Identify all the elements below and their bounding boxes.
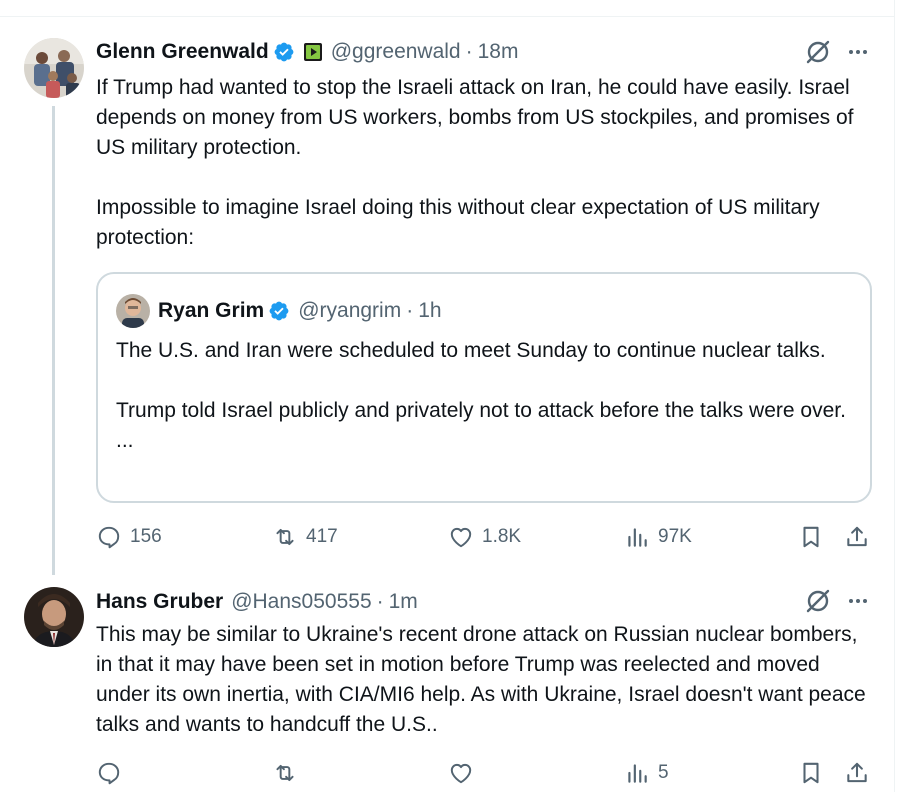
tweet-top-icons	[804, 38, 870, 66]
tweet-hans-gruber[interactable]: Hans Gruber @Hans050555 · 1m This may be…	[0, 575, 894, 792]
bookmark-button[interactable]	[798, 519, 824, 555]
tweet-actions: 156 417 1.8K 97K	[96, 519, 876, 555]
reply-count: 156	[130, 526, 162, 547]
separator-dot: ·	[376, 590, 384, 613]
views-chart-icon	[628, 764, 647, 783]
repost-button[interactable]	[272, 755, 306, 791]
tweet-actions: 5	[96, 755, 876, 791]
separator-dot: ·	[406, 299, 414, 322]
reply-icon	[98, 526, 120, 549]
tweet-text: This may be similar to Ukraine's recent …	[96, 623, 872, 736]
share-icon	[847, 762, 867, 783]
avatar-photo	[24, 587, 84, 647]
quoted-header: Ryan Grim @ryangrim · 1h	[158, 296, 442, 326]
bookmark-icon	[803, 762, 819, 784]
tweet-header: Glenn Greenwald @ggreenwald · 18m	[96, 37, 518, 67]
quoted-tweet-time: 1h	[418, 299, 442, 322]
avatar[interactable]	[24, 38, 84, 98]
views-button[interactable]: 5	[624, 755, 669, 791]
more-options-icon[interactable]	[846, 40, 870, 64]
author-handle[interactable]: @Hans050555	[231, 590, 371, 614]
author-name[interactable]: Glenn Greenwald	[96, 40, 269, 64]
tweet-time[interactable]: 1m	[389, 590, 418, 614]
like-count: 1.8K	[482, 526, 522, 547]
quoted-tweet[interactable]: Ryan Grim @ryangrim · 1h The U.S. and Ir…	[96, 272, 872, 503]
reply-button[interactable]	[96, 755, 130, 791]
repost-button[interactable]: 417	[272, 519, 338, 555]
grok-icon[interactable]	[804, 38, 832, 66]
column-border	[894, 16, 895, 792]
reply-button[interactable]: 156	[96, 519, 162, 555]
tweet-text: If Trump had wanted to stop the Israeli …	[96, 76, 854, 249]
quoted-tweet-text: The U.S. and Iran were scheduled to meet…	[116, 339, 846, 452]
verified-badge-icon[interactable]	[273, 41, 295, 63]
repost-icon	[276, 528, 294, 546]
tweet-time[interactable]: 18m	[478, 40, 519, 64]
more-options-icon[interactable]	[846, 589, 870, 613]
bookmark-button[interactable]	[798, 755, 824, 791]
rumble-affiliate-icon[interactable]	[303, 42, 323, 62]
separator-dot: ·	[465, 40, 473, 63]
quoted-author-handle: @ryangrim	[298, 299, 402, 322]
views-button[interactable]: 97K	[624, 519, 692, 555]
tweet-glenn-greenwald[interactable]: Glenn Greenwald @ggreenwald · 18m If Tru…	[0, 0, 894, 575]
author-handle[interactable]: @ggreenwald	[331, 40, 461, 64]
column-border	[894, 0, 895, 16]
bookmark-icon	[803, 526, 819, 548]
share-button[interactable]	[844, 519, 870, 555]
reply-icon	[98, 762, 120, 785]
share-button[interactable]	[844, 755, 870, 791]
like-button[interactable]: 1.8K	[448, 519, 521, 555]
tweet-header: Hans Gruber @Hans050555 · 1m	[96, 587, 418, 617]
repost-count: 417	[306, 526, 338, 547]
thread-line	[52, 106, 55, 575]
heart-icon	[450, 763, 472, 784]
avatar[interactable]	[24, 587, 84, 647]
like-button[interactable]	[448, 755, 482, 791]
quoted-avatar	[116, 294, 150, 328]
grok-icon[interactable]	[804, 587, 832, 615]
repost-icon	[276, 764, 294, 782]
share-icon	[847, 526, 867, 547]
avatar-photo	[24, 38, 84, 98]
heart-icon	[450, 527, 472, 548]
tweet-top-icons	[804, 587, 870, 615]
view-count: 97K	[658, 526, 692, 547]
quoted-avatar-photo	[116, 294, 150, 328]
author-name[interactable]: Hans Gruber	[96, 590, 223, 614]
views-chart-icon	[628, 528, 647, 547]
verified-badge-icon	[269, 301, 289, 321]
view-count: 5	[658, 762, 669, 783]
quoted-author-name: Ryan Grim	[158, 299, 265, 322]
